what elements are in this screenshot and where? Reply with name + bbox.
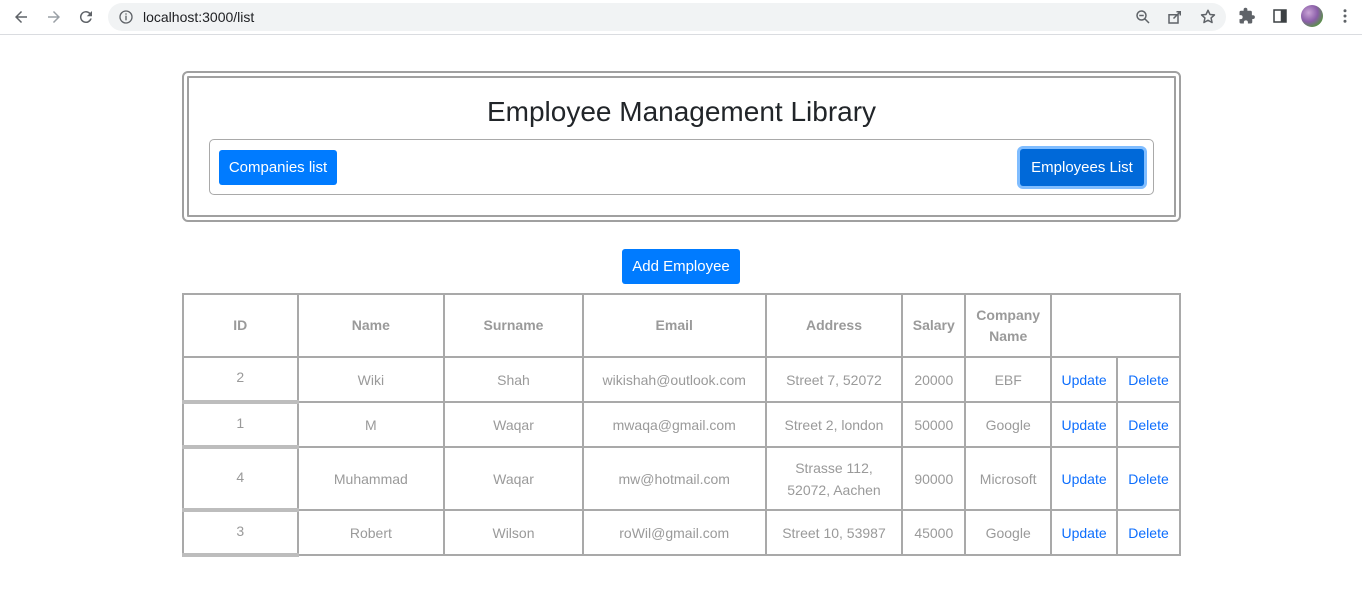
cell-address: Street 10, 53987: [764, 509, 904, 556]
navbar: Companies list Employees List: [209, 139, 1154, 195]
cell-salary: 45000: [901, 509, 967, 556]
extensions-icon[interactable]: [1238, 7, 1256, 25]
cell-surname: Shah: [443, 356, 584, 403]
cell-delete: Delete: [1116, 401, 1181, 448]
cell-surname: Waqar: [443, 446, 584, 511]
update-link[interactable]: Update: [1062, 417, 1107, 433]
cell-id: 1: [182, 401, 299, 449]
column-header-salary: Salary: [901, 293, 967, 358]
cell-address: Street 7, 52072: [764, 356, 904, 403]
cell-delete: Delete: [1116, 356, 1181, 403]
company-header-line-1: Company: [976, 306, 1041, 323]
cell-name: M: [296, 401, 446, 448]
browser-toolbar: localhost:3000/list: [0, 0, 1362, 35]
delete-link[interactable]: Delete: [1128, 372, 1168, 388]
cell-name: Muhammad: [296, 446, 446, 511]
bookmark-star-icon[interactable]: [1199, 8, 1217, 26]
more-menu-icon[interactable]: [1336, 7, 1354, 25]
app-header: Employee Management Library Companies li…: [182, 71, 1181, 222]
cell-address: Street 2, london: [764, 401, 904, 448]
reload-icon[interactable]: [74, 5, 98, 29]
add-employee-button[interactable]: Add Employee: [622, 249, 740, 284]
company-header-line-2: Name: [989, 327, 1028, 344]
table-header-row: ID Name Surname Email Address Salary Com…: [182, 293, 1181, 358]
info-icon[interactable]: [118, 9, 134, 25]
cell-email: wikishah@outlook.com: [581, 356, 767, 403]
update-link[interactable]: Update: [1062, 525, 1107, 541]
forward-arrow-icon[interactable]: [42, 5, 66, 29]
url-text[interactable]: localhost:3000/list: [143, 9, 254, 25]
cell-email: mw@hotmail.com: [581, 446, 767, 511]
update-link[interactable]: Update: [1062, 372, 1107, 388]
column-header-id: ID: [182, 293, 299, 358]
profile-avatar[interactable]: [1301, 5, 1323, 27]
column-header-surname: Surname: [443, 293, 584, 358]
column-header-address: Address: [764, 293, 904, 358]
employees-list-button[interactable]: Employees List: [1020, 149, 1144, 186]
update-link[interactable]: Update: [1062, 471, 1107, 487]
table-row: 1 M Waqar mwaqa@gmail.com Street 2, lond…: [182, 401, 1181, 449]
cell-name: Robert: [296, 509, 446, 556]
page-title: Employee Management Library: [486, 96, 877, 127]
cell-id: 3: [182, 509, 299, 557]
cell-company: Microsoft: [964, 446, 1053, 511]
cell-company: EBF: [964, 356, 1053, 403]
cell-update: Update: [1050, 401, 1119, 448]
column-header-email: Email: [581, 293, 767, 358]
employee-table: ID Name Surname Email Address Salary Com…: [182, 293, 1181, 557]
table-row: 4 Muhammad Waqar mw@hotmail.com Strasse …: [182, 446, 1181, 512]
side-panel-icon[interactable]: [1271, 7, 1289, 25]
cell-company: Google: [964, 401, 1053, 448]
cell-salary: 50000: [901, 401, 967, 448]
companies-list-button[interactable]: Companies list: [219, 150, 337, 185]
cell-salary: 90000: [901, 446, 967, 511]
column-header-actions: [1050, 293, 1181, 358]
column-header-name: Name: [296, 293, 446, 358]
address-bar[interactable]: localhost:3000/list: [108, 3, 1226, 31]
cell-salary: 20000: [901, 356, 967, 403]
back-arrow-icon[interactable]: [9, 5, 33, 29]
delete-link[interactable]: Delete: [1128, 471, 1168, 487]
cell-update: Update: [1050, 509, 1119, 556]
cell-delete: Delete: [1116, 446, 1181, 511]
share-icon[interactable]: [1166, 8, 1184, 26]
cell-delete: Delete: [1116, 509, 1181, 556]
cell-email: roWil@gmail.com: [581, 509, 767, 556]
cell-update: Update: [1050, 356, 1119, 403]
table-row: 2 Wiki Shah wikishah@outlook.com Street …: [182, 356, 1181, 404]
cell-name: Wiki: [296, 356, 446, 403]
zoom-icon[interactable]: [1134, 8, 1152, 26]
delete-link[interactable]: Delete: [1128, 525, 1168, 541]
cell-company: Google: [964, 509, 1053, 556]
delete-link[interactable]: Delete: [1128, 417, 1168, 433]
cell-update: Update: [1050, 446, 1119, 511]
cell-surname: Wilson: [443, 509, 584, 556]
cell-id: 2: [182, 356, 299, 404]
table-row: 3 Robert Wilson roWil@gmail.com Street 1…: [182, 509, 1181, 557]
cell-id: 4: [182, 446, 299, 512]
cell-email: mwaqa@gmail.com: [581, 401, 767, 448]
cell-surname: Waqar: [443, 401, 584, 448]
cell-address: Strasse 112, 52072, Aachen: [764, 446, 904, 511]
column-header-company-name: Company Name: [964, 293, 1053, 358]
